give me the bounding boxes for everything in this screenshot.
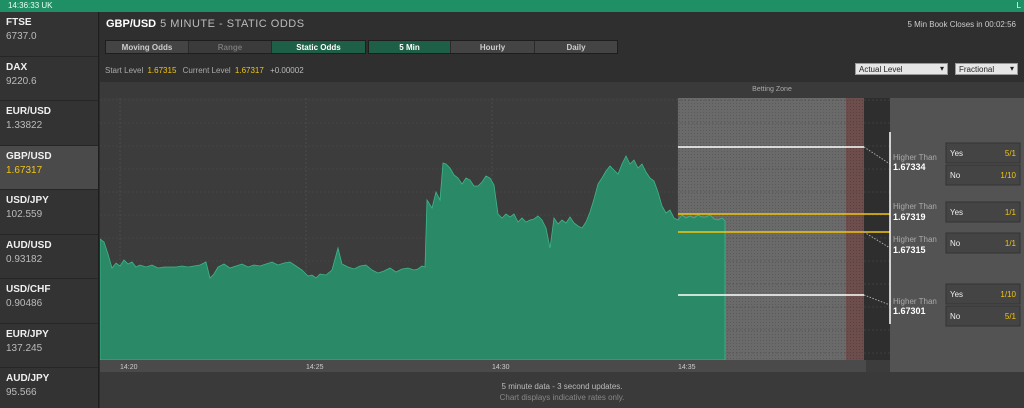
market-price: 1.67317 [6,164,43,176]
main-panel: GBP/USD 5 MINUTE - STATIC ODDS 5 Min Book… [99,12,1024,408]
market-name: USD/CHF [6,284,51,295]
odds-side: No [950,312,961,321]
time-tick-label: 14:25 [306,364,324,371]
market-name: AUD/JPY [6,373,50,384]
odds-level: 1.67334 [893,162,926,172]
time-axis [100,360,866,372]
pair-title: GBP/USD [106,18,157,30]
odds-price: 5/1 [1005,149,1017,158]
odds-price: 1/10 [1000,171,1016,180]
page-title: GBP/USD 5 MINUTE - STATIC ODDS [106,18,305,30]
odds-price: 1/1 [1005,208,1017,217]
mode-title: 5 MINUTE - STATIC ODDS [160,18,305,30]
market-name: FTSE [6,17,32,28]
mode-tabs: Moving Odds Range Static Odds [105,40,366,54]
market-item-eurusd[interactable]: EUR/USD 1.33822 [0,101,98,146]
market-price: 95.566 [6,387,37,398]
tab-range[interactable]: Range [189,41,272,53]
market-name: USD/JPY [6,195,49,206]
tab-hourly[interactable]: Hourly [451,41,535,53]
odds-side: No [950,171,961,180]
market-item-audusd[interactable]: AUD/USD 0.93182 [0,235,98,279]
level-change: +0.00002 [270,66,304,75]
footer-disclaimer: Chart displays indicative rates only. [500,393,625,402]
footer-update-note: 5 minute data - 3 second updates. [502,382,623,391]
odds-side: No [950,239,961,248]
market-price: 1.33822 [6,120,43,131]
tab-daily[interactable]: Daily [535,41,617,53]
level-readout: Start Level 1.67315 Current Level 1.6731… [105,66,304,75]
odds-level: 1.67315 [893,245,926,255]
market-name: EUR/JPY [6,328,49,340]
chevron-down-icon: ▾ [1009,64,1014,73]
market-price: 102.559 [6,209,43,220]
chart-canvas: Betting Zone Higher Than 1.67334 Yes 5/1… [99,82,1024,408]
odds-level: 1.67301 [893,306,926,316]
tab-static-odds[interactable]: Static Odds [272,41,365,53]
market-item-gbpusd[interactable]: GBP/USD 1.67317 [0,145,98,190]
odds-side: Yes [950,149,963,158]
odds-label: Higher Than [893,202,937,211]
top-status-bar: 14:36:33 UK L [0,0,1024,12]
odds-price: 1/1 [1005,239,1017,248]
market-price: 9220.6 [6,75,37,87]
market-price: 0.90486 [6,298,43,309]
odds-label: Higher Than [893,235,937,244]
odds-format-value: Fractional [959,65,995,74]
time-tick-label: 14:20 [120,364,138,371]
odds-label: Higher Than [893,153,937,162]
market-item-ftse[interactable]: FTSE 6737.0 [0,12,98,57]
odds-side: Yes [950,290,963,299]
odds-price: 5/1 [1005,312,1017,321]
odds-level: 1.67319 [893,212,926,222]
odds-price: 1/10 [1000,290,1016,299]
odds-side: Yes [950,208,963,217]
tab-5-min[interactable]: 5 Min [369,41,451,53]
level-type-select[interactable]: Actual Level ▾ [855,63,948,75]
status-flag: L [1016,1,1021,10]
market-item-audjpy[interactable]: AUD/JPY 95.566 [0,368,98,408]
market-sidebar: FTSE 6737.0 DAX 9220.6 EUR/USD 1.33822 GBP/… [0,12,99,408]
market-item-usdchf[interactable]: USD/CHF 0.90486 [0,279,98,324]
market-item-usdjpy[interactable]: USD/JPY 102.559 [0,190,98,235]
market-name: AUD/USD [6,239,52,251]
start-level-value: 1.67315 [147,66,177,75]
odds-label: Higher Than [893,297,937,306]
closed-zone-area [846,98,864,360]
current-level-value: 1.67317 [234,66,264,75]
clock: 14:36:33 UK [8,1,53,10]
start-level-label: Start Level [105,66,144,75]
period-tabs: 5 Min Hourly Daily [368,40,618,54]
market-name: DAX [6,61,28,73]
price-chart: Betting Zone Higher Than 1.67334 Yes 5/1… [99,82,1024,408]
chevron-down-icon: ▾ [939,64,944,73]
zone-gap [864,98,890,360]
chart-header-strip [100,82,1024,98]
market-name: GBP/USD [6,150,52,162]
market-name: EUR/USD [6,106,52,117]
odds-card-2: Higher Than 1.67319 Yes 1/1 [893,201,1021,223]
market-item-eurjpy[interactable]: EUR/JPY 137.245 [0,324,98,368]
tab-moving-odds[interactable]: Moving Odds [106,41,189,53]
book-closes-countdown: 5 Min Book Closes in 00:02:56 [907,20,1016,29]
betting-zone-label: Betting Zone [752,86,792,93]
time-tick-label: 14:30 [492,364,510,371]
time-tick-label: 14:35 [678,364,696,371]
level-type-value: Actual Level [859,65,903,74]
market-price: 137.245 [6,342,43,354]
market-price: 6737.0 [6,31,37,42]
market-price: 0.93182 [6,253,43,265]
current-level-label: Current Level [182,66,231,75]
market-item-dax[interactable]: DAX 9220.6 [0,57,98,101]
odds-format-select[interactable]: Fractional ▾ [955,63,1018,75]
